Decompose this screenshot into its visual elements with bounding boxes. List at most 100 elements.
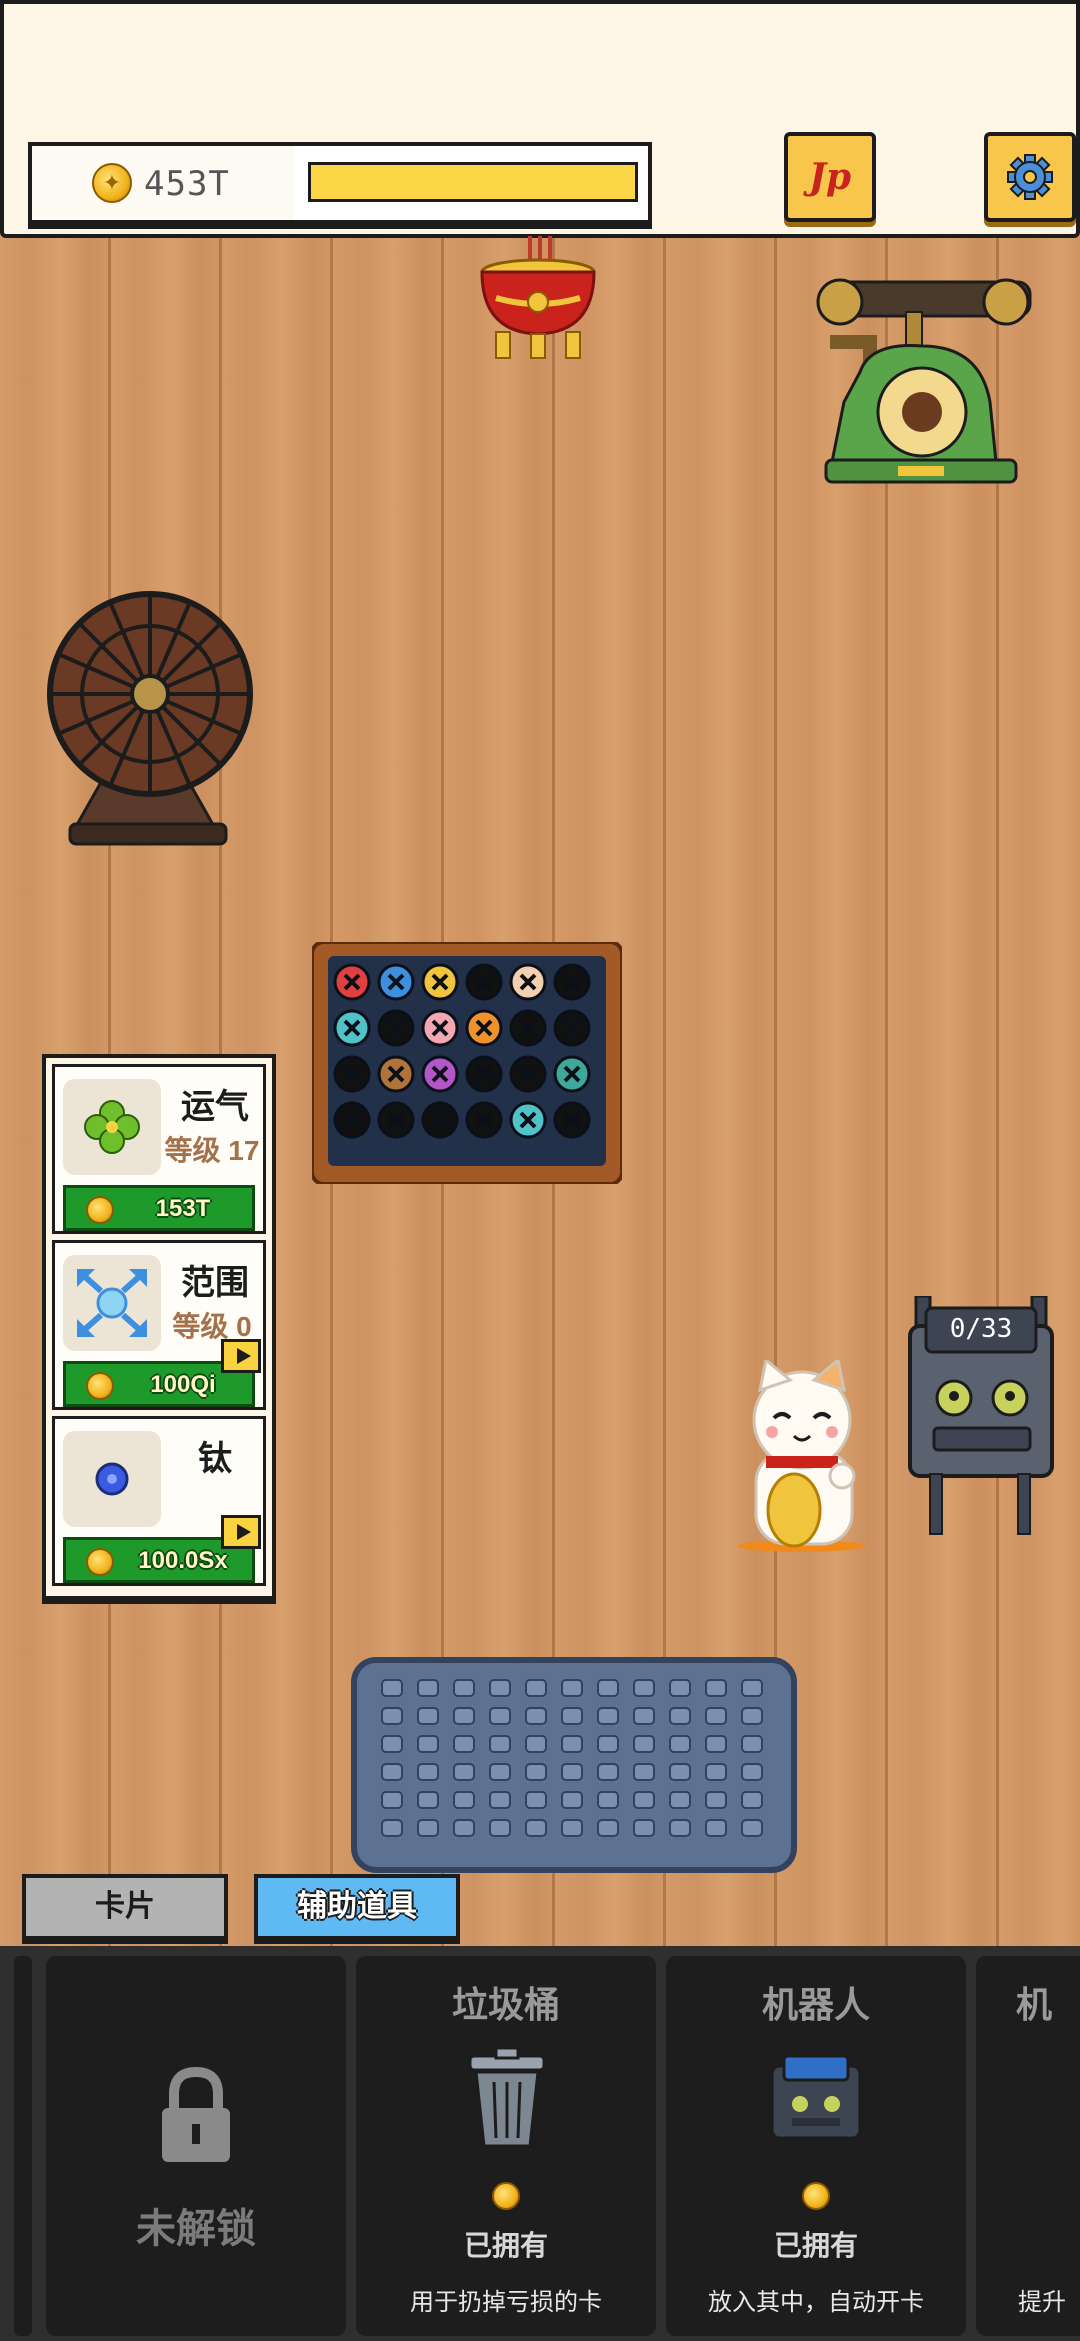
- keypad-key: [597, 1819, 619, 1837]
- tools-tray: 未解锁 垃圾桶 已拥有 用于扔掉亏损的卡 机器人 已拥有 放入其中，自动开卡 机…: [0, 1946, 1080, 2341]
- keypad-key: [741, 1679, 763, 1697]
- tool-card-robot[interactable]: 机器人 已拥有 放入其中，自动开卡: [666, 1956, 966, 2336]
- keypad-key: [381, 1819, 403, 1837]
- top-header: 453T Jp: [0, 0, 1080, 238]
- keypad-key: [633, 1707, 655, 1725]
- incense-burner[interactable]: [466, 236, 610, 366]
- keypad-key: [381, 1791, 403, 1809]
- keypad-key: [417, 1791, 439, 1809]
- upgrade-cost-button[interactable]: 153T: [63, 1185, 255, 1231]
- coin-icon: [802, 2182, 830, 2210]
- keypad-key: [561, 1735, 583, 1753]
- jp-button[interactable]: Jp: [784, 132, 876, 222]
- upgrade-luck[interactable]: 运气 等级 17 153T: [52, 1064, 266, 1234]
- tool-status: 已拥有: [773, 2230, 858, 2261]
- keypad-key: [741, 1791, 763, 1809]
- coin-icon: [492, 2182, 520, 2210]
- trash-can-icon: [468, 2046, 546, 2148]
- keypad-key: [669, 1707, 691, 1725]
- keypad-key: [417, 1679, 439, 1697]
- tab-cards[interactable]: 卡片: [22, 1874, 228, 1940]
- upgrade-titanium[interactable]: 钛 100.0Sx: [52, 1416, 266, 1586]
- keypad-key: [705, 1735, 727, 1753]
- keypad-key: [705, 1679, 727, 1697]
- keypad-key: [669, 1791, 691, 1809]
- keypad-key: [489, 1791, 511, 1809]
- keypad-key: [669, 1763, 691, 1781]
- tab-tools[interactable]: 辅助道具: [254, 1874, 460, 1940]
- lock-icon: [162, 2066, 230, 2162]
- keypad-key: [633, 1791, 655, 1809]
- progress-bar: [308, 162, 638, 202]
- locked-label: 未解锁: [136, 2207, 256, 2251]
- cross-button-board[interactable]: [312, 942, 622, 1184]
- keypad-key: [597, 1763, 619, 1781]
- tool-card-trash[interactable]: 垃圾桶 已拥有 用于扔掉亏损的卡: [356, 1956, 656, 2336]
- keypad-key: [453, 1763, 475, 1781]
- keypad-key: [597, 1679, 619, 1697]
- keypad-key: [453, 1819, 475, 1837]
- keypad-key: [633, 1735, 655, 1753]
- rotary-telephone[interactable]: [810, 272, 1036, 500]
- expand-arrows-icon: [77, 1269, 147, 1337]
- currency-value: 453T: [144, 164, 230, 204]
- lucky-cat[interactable]: [734, 1360, 870, 1554]
- locked-slot[interactable]: 未解锁: [46, 1956, 346, 2336]
- keypad-key: [417, 1735, 439, 1753]
- keypad-key: [705, 1707, 727, 1725]
- keypad-key: [453, 1791, 475, 1809]
- keypad-key: [741, 1763, 763, 1781]
- keypad-key: [561, 1819, 583, 1837]
- upgrade-title: 运气: [181, 1088, 249, 1126]
- robot-counter: 0/33: [949, 1314, 1013, 1344]
- tool-title: 垃圾桶: [451, 1984, 560, 2025]
- gear-icon: [1007, 154, 1053, 200]
- keypad-key: [705, 1763, 727, 1781]
- keypad-key: [561, 1679, 583, 1697]
- upgrades-panel: 运气 等级 17 153T 范围 等级 0 100Qi 钛 100.0Sx: [42, 1054, 276, 1600]
- video-ad-icon: [221, 1515, 261, 1549]
- keypad-key: [633, 1679, 655, 1697]
- keypad-key: [381, 1679, 403, 1697]
- keypad-key: [633, 1819, 655, 1837]
- keypad-key: [525, 1735, 547, 1753]
- upgrade-level: 等级 17: [164, 1135, 260, 1166]
- keypad-key: [417, 1707, 439, 1725]
- keypad-key: [669, 1679, 691, 1697]
- tool-description: 用于扔掉亏损的卡: [410, 2289, 602, 2316]
- tool-description: 放入其中，自动开卡: [708, 2289, 924, 2316]
- coin-icon: [86, 1372, 114, 1400]
- coin-icon: [86, 1196, 114, 1224]
- coin-icon: [86, 1548, 114, 1576]
- keypad-mat[interactable]: [350, 1656, 798, 1874]
- tool-status: 已拥有: [463, 2230, 548, 2261]
- keypad-key: [525, 1791, 547, 1809]
- keypad-key: [525, 1679, 547, 1697]
- keypad-key: [561, 1763, 583, 1781]
- robot-machine[interactable]: 0/33: [906, 1296, 1056, 1546]
- upgrade-range[interactable]: 范围 等级 0 100Qi: [52, 1240, 266, 1410]
- keypad-key: [453, 1707, 475, 1725]
- keypad-key: [381, 1707, 403, 1725]
- keypad-key: [381, 1763, 403, 1781]
- keypad-key: [741, 1707, 763, 1725]
- keypad-key: [417, 1763, 439, 1781]
- keypad-key: [489, 1819, 511, 1837]
- upgrade-title: 钛: [198, 1440, 232, 1478]
- keypad-key: [741, 1735, 763, 1753]
- keypad-key: [489, 1707, 511, 1725]
- keypad-key: [705, 1819, 727, 1837]
- keypad-key: [525, 1707, 547, 1725]
- keypad-key: [669, 1735, 691, 1753]
- tool-card-partial[interactable]: 机 提升: [976, 1956, 1080, 2336]
- electric-fan[interactable]: [40, 584, 258, 860]
- keypad-key: [453, 1679, 475, 1697]
- currency-panel: 453T: [28, 142, 652, 224]
- keypad-key: [381, 1735, 403, 1753]
- keypad-key: [561, 1791, 583, 1809]
- tool-title: 机器人: [761, 1984, 870, 2025]
- keypad-key: [597, 1791, 619, 1809]
- keypad-key: [741, 1819, 763, 1837]
- settings-button[interactable]: [984, 132, 1076, 222]
- keypad-key: [525, 1819, 547, 1837]
